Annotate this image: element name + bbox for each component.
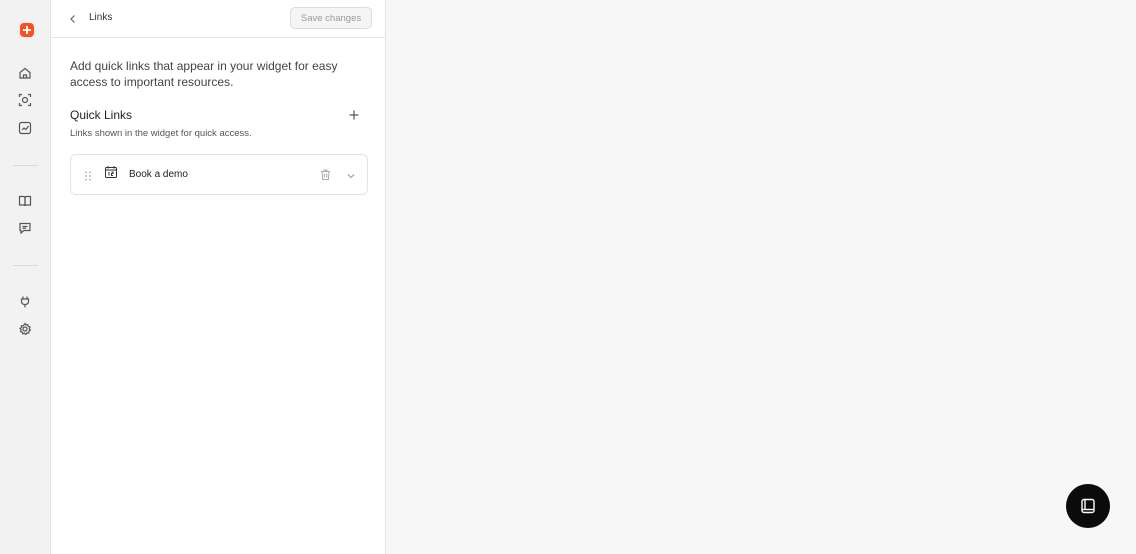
page-description: Add quick links that appear in your widg… <box>70 59 338 89</box>
book-icon <box>18 195 32 207</box>
chat-icon <box>19 222 31 235</box>
page-title: Links <box>89 12 113 23</box>
rail-analytics[interactable] <box>15 118 35 138</box>
section-title: Quick Links <box>70 108 133 122</box>
delete-link-button[interactable] <box>319 168 332 181</box>
nav-rail <box>0 0 51 554</box>
back-button[interactable] <box>67 12 81 26</box>
brand-logo[interactable] <box>19 22 35 38</box>
link-label: Book a demo <box>129 169 188 180</box>
chevron-left-icon <box>70 15 75 23</box>
drag-handle[interactable] <box>82 169 94 181</box>
expand-link-button[interactable] <box>345 169 357 181</box>
links-panel: Links Save changes Add quick links that … <box>51 0 386 554</box>
widget-icon <box>1081 498 1095 514</box>
widget-launcher-button[interactable] <box>1066 484 1110 528</box>
home-icon <box>19 67 31 79</box>
rail-conversations[interactable] <box>15 218 35 238</box>
panel-header: Links Save changes <box>51 0 385 38</box>
brand-logo-icon <box>20 23 34 37</box>
list-item[interactable]: Book a demo <box>70 154 368 195</box>
save-changes-button[interactable]: Save changes <box>290 7 372 29</box>
rail-knowledge[interactable] <box>15 191 35 211</box>
plug-icon <box>20 296 30 308</box>
rail-settings[interactable] <box>15 319 35 339</box>
analytics-icon <box>18 121 32 135</box>
rail-scan[interactable] <box>15 90 35 110</box>
rail-divider <box>13 265 38 266</box>
chevron-down-icon <box>347 174 355 179</box>
calendar-icon <box>104 165 118 179</box>
grip-icon <box>85 171 91 181</box>
rail-integrations[interactable] <box>15 292 35 312</box>
rail-home[interactable] <box>15 63 35 83</box>
scan-face-icon <box>18 93 32 107</box>
rail-divider <box>13 165 38 166</box>
trash-icon <box>321 169 330 180</box>
section-subtitle: Links shown in the widget for quick acce… <box>70 128 252 139</box>
plus-icon <box>349 110 359 120</box>
add-link-button[interactable] <box>348 108 362 122</box>
gear-icon <box>19 322 32 336</box>
